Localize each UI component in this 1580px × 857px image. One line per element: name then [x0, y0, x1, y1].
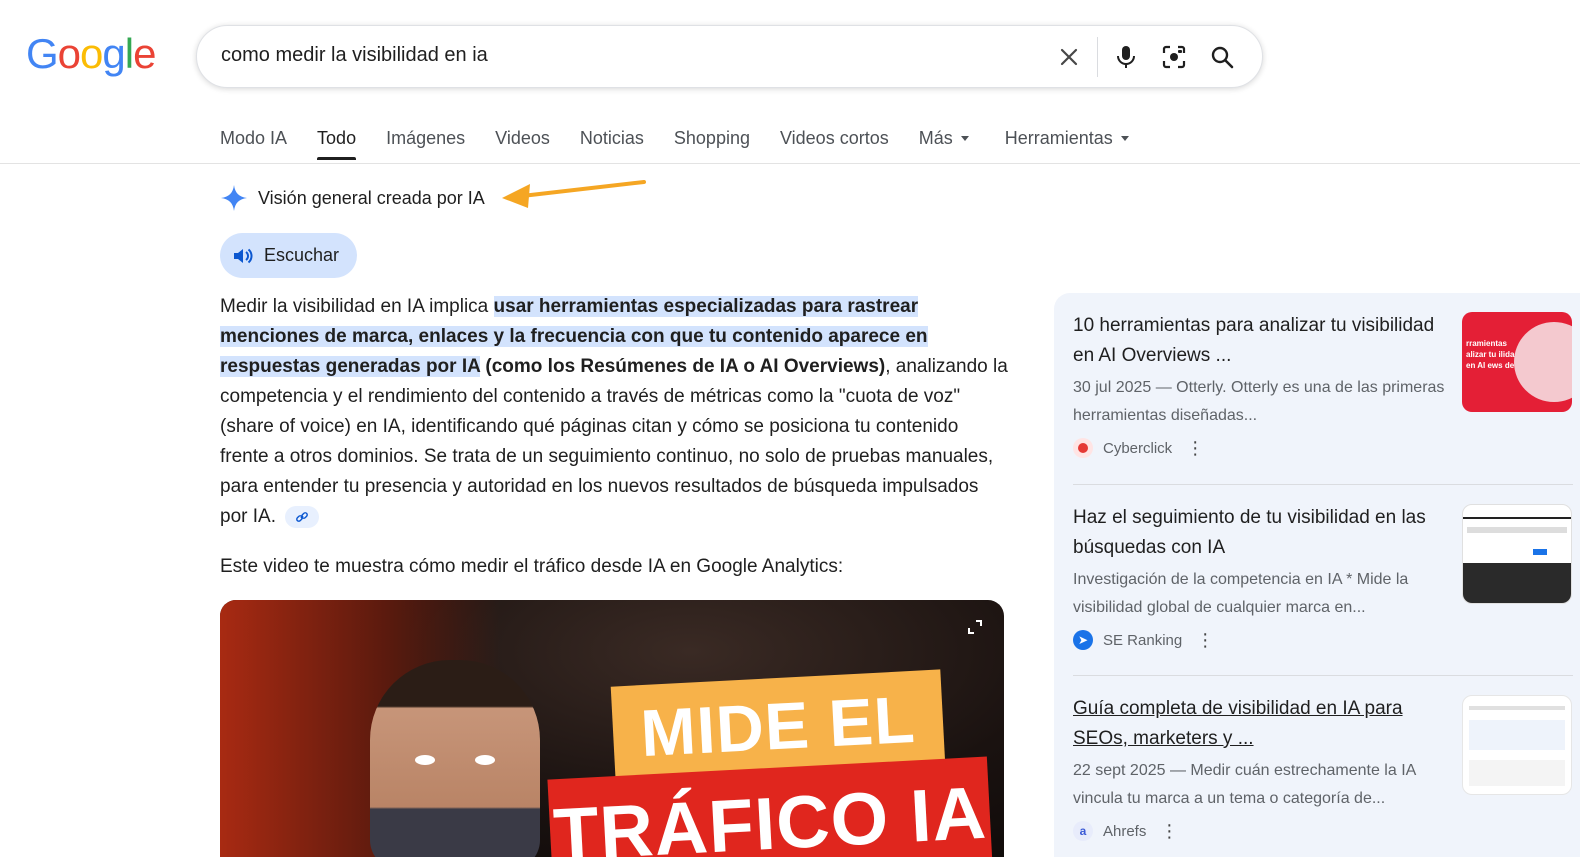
caret-down-icon — [1120, 136, 1129, 141]
thumb-chart — [1469, 760, 1565, 786]
more-options-icon[interactable]: ⋮ — [1196, 631, 1214, 649]
source-title[interactable]: Haz el seguimiento de tu visibilidad en … — [1073, 503, 1453, 563]
thumb-shape — [1514, 322, 1572, 402]
source-snippet: 22 sept 2025 — Medir cuán estrechamente … — [1073, 762, 1416, 807]
tab-imagenes[interactable]: Imágenes — [386, 124, 465, 159]
source-site: Cyberclick — [1103, 439, 1173, 457]
speaker-icon — [234, 248, 253, 263]
tab-mas[interactable]: Más — [919, 124, 969, 159]
tab-videos-cortos[interactable]: Videos cortos — [780, 124, 889, 159]
search-input[interactable]: como medir la visibilidad en ia — [221, 44, 1021, 67]
se-ranking-favicon-icon: ➤ — [1073, 630, 1093, 650]
tab-shopping[interactable]: Shopping — [674, 124, 750, 159]
video-person-image — [370, 660, 540, 857]
thumb-chart — [1469, 720, 1565, 750]
source-title[interactable]: Guía completa de visibilidad en IA para … — [1073, 694, 1453, 754]
caret-down-icon — [960, 136, 969, 141]
tab-todo[interactable]: Todo — [317, 124, 357, 160]
source-thumbnail[interactable] — [1462, 695, 1572, 795]
more-options-icon[interactable]: ⋮ — [1186, 439, 1204, 457]
eye — [475, 755, 495, 765]
google-logo[interactable]: Google — [26, 30, 156, 78]
expand-icon[interactable] — [966, 618, 984, 636]
tab-noticias[interactable]: Noticias — [580, 124, 644, 159]
search-icon[interactable] — [1198, 33, 1246, 81]
source-snippet: 30 jul 2025 — Otterly. Otterly es una de… — [1073, 379, 1445, 424]
tab-herramientas[interactable]: Herramientas — [1005, 124, 1129, 159]
tabs-divider — [0, 163, 1580, 164]
source-site: Ahrefs — [1103, 822, 1147, 840]
logo-letter: e — [133, 30, 156, 77]
video-intro: Este video te muestra cómo medir el tráf… — [220, 556, 844, 577]
source-thumbnail[interactable] — [1462, 504, 1572, 604]
thumb-line — [1469, 706, 1565, 710]
logo-letter: o — [57, 30, 81, 77]
thumb-line — [1463, 517, 1571, 519]
ai-overview-header: Visión general creada por IA — [220, 184, 485, 212]
source-title[interactable]: 10 herramientas para analizar tu visibil… — [1073, 311, 1453, 371]
eye — [415, 755, 435, 765]
ai-overview-title: Visión general creada por IA — [258, 187, 485, 208]
listen-button[interactable]: Escuchar — [220, 233, 358, 278]
source-thumbnail[interactable]: rramientas alizar tu ilidad en AI ews de — [1462, 312, 1572, 412]
logo-letter: o — [80, 30, 103, 77]
thumb-table — [1463, 563, 1571, 603]
more-options-icon[interactable]: ⋮ — [1160, 822, 1178, 840]
link-chip[interactable] — [285, 505, 320, 528]
tab-videos[interactable]: Videos — [495, 124, 550, 159]
listen-label: Escuchar — [264, 245, 340, 265]
sources-panel: 10 herramientas para analizar tu visibil… — [1054, 293, 1580, 857]
close-icon[interactable] — [1045, 33, 1093, 81]
source-snippet: Investigación de la competencia en IA * … — [1073, 571, 1409, 616]
search-tabs: Modo IA Todo Imágenes Videos Noticias Sh… — [220, 124, 1159, 160]
card-divider — [1073, 484, 1573, 485]
ai-overview-text: Medir la visibilidad en IA implica usar … — [220, 292, 1010, 532]
thumb-chip — [1533, 549, 1547, 555]
overview-intro: Medir la visibilidad en IA implica — [220, 296, 494, 317]
search-divider — [1097, 36, 1098, 77]
ahrefs-favicon-icon: a — [1073, 821, 1093, 841]
source-site: SE Ranking — [1103, 631, 1183, 649]
thumb-line — [1467, 527, 1567, 533]
card-divider — [1073, 675, 1573, 676]
cyberclick-favicon-icon — [1073, 438, 1093, 458]
microphone-icon[interactable] — [1102, 33, 1150, 81]
annotation-arrow-icon — [502, 180, 646, 208]
video-thumbnail[interactable]: MIDE EL TRÁFICO IA — [220, 600, 1004, 857]
search-box[interactable]: como medir la visibilidad en ia — [196, 25, 1263, 88]
gemini-sparkle-icon — [221, 185, 247, 211]
tab-modo-ia[interactable]: Modo IA — [220, 124, 287, 159]
overview-bold: (como los Resúmenes de IA o AI Overviews… — [480, 356, 886, 377]
overview-rest: , analizando la competencia y el rendimi… — [220, 356, 1008, 527]
logo-letter: g — [102, 30, 125, 77]
logo-letter: G — [26, 30, 59, 77]
logo-letter: l — [124, 30, 134, 77]
link-icon — [296, 512, 309, 522]
lens-icon[interactable] — [1150, 33, 1198, 81]
